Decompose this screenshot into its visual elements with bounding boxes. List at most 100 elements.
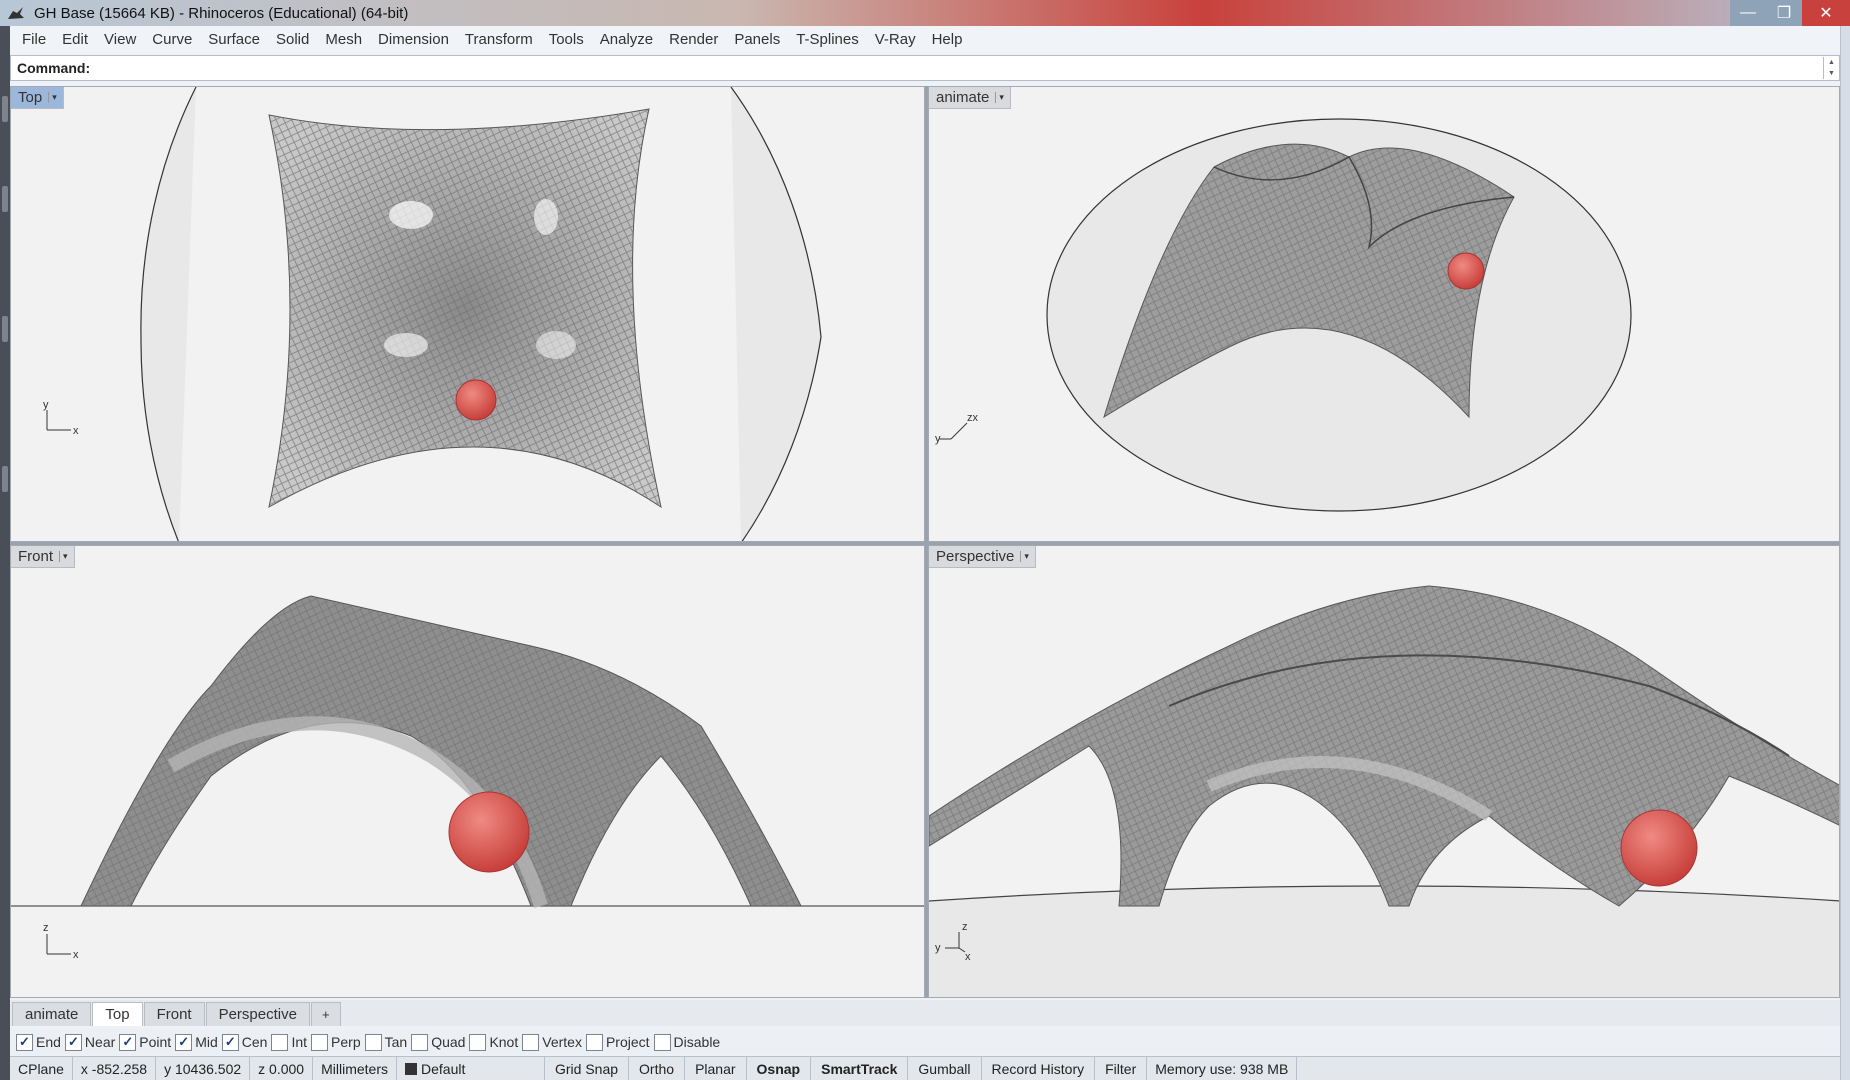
left-toolbar-strip <box>0 26 10 1080</box>
osnap-label: End <box>36 1034 61 1050</box>
viewport-perspective[interactable]: Perspective ▾ z y x <box>928 545 1840 998</box>
checkbox-icon[interactable] <box>522 1033 540 1051</box>
menu-surface[interactable]: Surface <box>200 31 268 48</box>
osnap-vertex[interactable]: Vertex <box>522 1033 582 1051</box>
close-icon[interactable]: ✕ <box>1802 0 1850 26</box>
toggle-ortho[interactable]: Ortho <box>629 1056 686 1080</box>
osnap-tan[interactable]: Tan <box>364 1033 407 1051</box>
checkbox-icon[interactable] <box>271 1033 289 1051</box>
menu-render[interactable]: Render <box>661 31 726 48</box>
checkbox-checked-icon[interactable]: ✓ <box>221 1033 239 1051</box>
osnap-mid[interactable]: ✓ Mid <box>175 1033 218 1051</box>
cplane-axis: zx y <box>935 412 979 445</box>
osnap-perp[interactable]: Perp <box>311 1033 361 1051</box>
toggle-record-history[interactable]: Record History <box>982 1056 1096 1080</box>
osnap-cen[interactable]: ✓ Cen <box>221 1033 267 1051</box>
viewport-top[interactable]: Top ▾ y x <box>10 86 925 542</box>
command-input[interactable] <box>96 57 1823 79</box>
command-bar: Command: ▲ ▼ <box>10 55 1840 81</box>
checkbox-icon[interactable] <box>585 1033 603 1051</box>
menu-transform[interactable]: Transform <box>457 31 541 48</box>
cplane-label[interactable]: CPlane <box>10 1056 73 1080</box>
osnap-disable[interactable]: Disable <box>653 1033 721 1051</box>
tab-top[interactable]: Top <box>92 1002 143 1026</box>
svg-text:x: x <box>965 951 971 963</box>
osnap-quad[interactable]: Quad <box>411 1033 466 1051</box>
chevron-down-icon[interactable]: ▾ <box>995 92 1004 103</box>
osnap-label: Disable <box>673 1034 721 1050</box>
units-field[interactable]: Millimeters <box>313 1056 397 1080</box>
menu-mesh[interactable]: Mesh <box>317 31 370 48</box>
coord-x: x -852.258 <box>73 1056 157 1080</box>
toolbar-handle[interactable] <box>2 316 8 342</box>
viewport-title-animate[interactable]: animate ▾ <box>929 87 1011 109</box>
toolbar-handle[interactable] <box>2 466 8 492</box>
command-label: Command: <box>17 60 91 76</box>
viewport-area: Top ▾ y x animate ▾ zx y Front ▾ z x Per… <box>10 86 1840 998</box>
menu-curve[interactable]: Curve <box>144 31 200 48</box>
viewport-label: Front <box>18 548 54 565</box>
tab-perspective[interactable]: Perspective <box>205 1002 310 1026</box>
toggle-filter[interactable]: Filter <box>1095 1056 1148 1080</box>
menu-vray[interactable]: V-Ray <box>867 31 924 48</box>
toggle-osnap[interactable]: Osnap <box>747 1056 812 1080</box>
red-sphere <box>455 379 497 421</box>
menu-solid[interactable]: Solid <box>268 31 317 48</box>
toolbar-handle[interactable] <box>2 186 8 212</box>
osnap-point[interactable]: ✓ Point <box>119 1033 172 1051</box>
viewport-front[interactable]: Front ▾ z x <box>10 545 925 998</box>
viewport-title-front[interactable]: Front ▾ <box>11 546 75 568</box>
command-history-spinner[interactable]: ▲ ▼ <box>1823 57 1839 79</box>
osnap-label: Mid <box>195 1034 218 1050</box>
minimize-icon[interactable]: — <box>1730 0 1766 26</box>
viewport-title-top[interactable]: Top ▾ <box>11 87 64 109</box>
checkbox-checked-icon[interactable]: ✓ <box>119 1033 137 1051</box>
checkbox-icon[interactable] <box>653 1033 671 1051</box>
chevron-down-icon[interactable]: ▼ <box>1824 68 1839 79</box>
tab-front[interactable]: Front <box>143 1002 205 1026</box>
checkbox-icon[interactable] <box>469 1033 487 1051</box>
menu-file[interactable]: File <box>14 31 54 48</box>
osnap-near[interactable]: ✓ Near <box>64 1033 116 1051</box>
osnap-int[interactable]: Int <box>271 1033 307 1051</box>
toggle-smarttrack[interactable]: SmartTrack <box>811 1056 909 1080</box>
svg-text:z: z <box>43 922 49 934</box>
toggle-gumball[interactable]: Gumball <box>908 1056 982 1080</box>
osnap-project[interactable]: Project <box>585 1033 650 1051</box>
toggle-planar[interactable]: Planar <box>685 1056 747 1080</box>
toggle-grid-snap[interactable]: Grid Snap <box>545 1056 630 1080</box>
svg-text:z: z <box>962 921 968 933</box>
checkbox-icon[interactable] <box>411 1033 429 1051</box>
tab-animate[interactable]: animate <box>12 1002 92 1026</box>
maximize-icon[interactable]: ❐ <box>1766 0 1802 26</box>
chevron-down-icon[interactable]: ▾ <box>48 92 57 103</box>
right-scroll-strip <box>1840 26 1850 1080</box>
osnap-label: Near <box>84 1034 116 1050</box>
layer-field[interactable]: Default <box>397 1056 545 1080</box>
chevron-up-icon[interactable]: ▲ <box>1824 57 1839 68</box>
checkbox-checked-icon[interactable]: ✓ <box>64 1033 82 1051</box>
menu-view[interactable]: View <box>96 31 144 48</box>
menu-dimension[interactable]: Dimension <box>370 31 457 48</box>
menu-panels[interactable]: Panels <box>726 31 788 48</box>
viewport-animate[interactable]: animate ▾ zx y <box>928 86 1840 542</box>
checkbox-icon[interactable] <box>311 1033 329 1051</box>
chevron-down-icon[interactable]: ▾ <box>59 551 68 562</box>
checkbox-icon[interactable] <box>364 1033 382 1051</box>
menu-tools[interactable]: Tools <box>541 31 592 48</box>
viewport-title-perspective[interactable]: Perspective ▾ <box>929 546 1036 568</box>
menu-tsplines[interactable]: T-Splines <box>788 31 867 48</box>
osnap-label: Point <box>139 1034 172 1050</box>
menu-help[interactable]: Help <box>924 31 971 48</box>
osnap-end[interactable]: ✓ End <box>16 1033 61 1051</box>
add-tab-icon[interactable]: + <box>310 1002 341 1026</box>
toolbar-handle[interactable] <box>2 96 8 122</box>
osnap-label: Quad <box>431 1034 466 1050</box>
menu-edit[interactable]: Edit <box>54 31 96 48</box>
menu-analyze[interactable]: Analyze <box>592 31 661 48</box>
checkbox-checked-icon[interactable]: ✓ <box>175 1033 193 1051</box>
checkbox-checked-icon[interactable]: ✓ <box>16 1033 33 1051</box>
osnap-knot[interactable]: Knot <box>469 1033 518 1051</box>
rhino-window: GH Base (15664 KB) - Rhinoceros (Educati… <box>0 0 1850 1080</box>
chevron-down-icon[interactable]: ▾ <box>1020 551 1029 562</box>
